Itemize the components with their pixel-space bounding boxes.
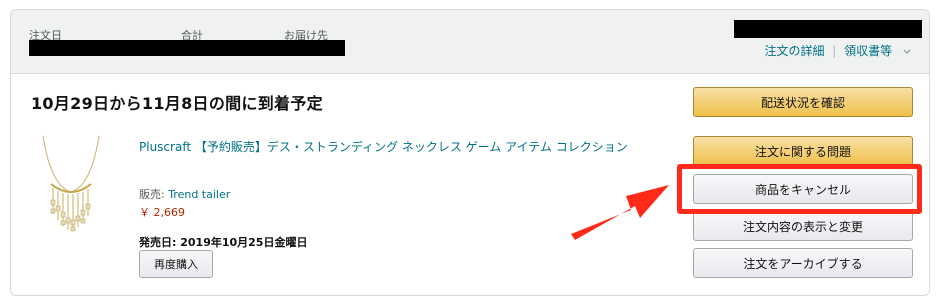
redacted-order-number <box>734 20 922 38</box>
track-package-button[interactable]: 配送状況を確認 <box>693 87 913 117</box>
order-details-link[interactable]: 注文の詳細 <box>764 44 824 58</box>
order-header-links: 注文の詳細 | 領収書等 <box>764 42 911 59</box>
archive-order-button[interactable]: 注文をアーカイブする <box>693 248 913 278</box>
receipt-link[interactable]: 領収書等 <box>844 44 892 58</box>
delivery-estimate: 10月29日から11月8日の間に到着予定 <box>31 94 323 113</box>
release-date: 発売日: 2019年10月25日金曜日 <box>139 236 308 249</box>
seller-link[interactable]: Trend tailer <box>168 188 230 201</box>
header-link-separator: | <box>832 44 837 58</box>
order-card: 注文日 合計 お届け先 注文の詳細 | 領収書等 10月29日から11月8日の間… <box>10 9 930 296</box>
redacted-order-info <box>29 40 345 56</box>
seller-prefix: 販売: <box>139 188 169 201</box>
product-necklace-image[interactable] <box>35 134 107 238</box>
buy-again-button[interactable]: 再度購入 <box>139 250 213 278</box>
problem-with-order-button[interactable]: 注文に関する問題 <box>693 136 913 166</box>
order-card-header: 注文日 合計 お届け先 注文の詳細 | 領収書等 <box>11 10 929 74</box>
chevron-down-icon[interactable] <box>903 49 911 54</box>
view-edit-order-button[interactable]: 注文内容の表示と変更 <box>693 211 913 241</box>
product-title-link[interactable]: Pluscraft 【予約販売】デス・ストランディング ネックレス ゲーム アイ… <box>139 138 664 156</box>
item-price: ￥ 2,669 <box>139 206 185 219</box>
seller-line: 販売: Trend tailer <box>139 186 230 202</box>
cancel-items-button[interactable]: 商品をキャンセル <box>693 174 913 204</box>
